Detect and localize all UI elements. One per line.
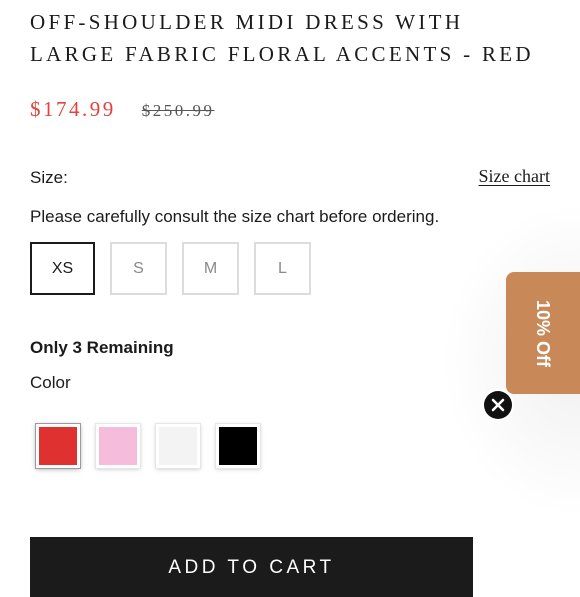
color-swatch-white[interactable]: [156, 424, 200, 468]
color-selector: [36, 424, 260, 468]
size-selector: XS S M L: [30, 242, 311, 295]
sale-price: $174.99: [30, 97, 116, 121]
stock-remaining: Only 3 Remaining: [30, 338, 174, 357]
product-title: OFF-SHOULDER MIDI DRESS WITH LARGE FABRI…: [30, 6, 560, 70]
size-option-s[interactable]: S: [110, 242, 167, 295]
add-to-cart-button[interactable]: ADD TO CART: [30, 537, 473, 597]
product-title-line-1: OFF-SHOULDER MIDI DRESS WITH: [30, 10, 464, 34]
size-label: Size:: [30, 168, 68, 187]
product-title-line-2: LARGE FABRIC FLORAL ACCENTS - RED: [30, 42, 534, 66]
size-option-l[interactable]: L: [254, 242, 311, 295]
discount-tab-label: 10% Off: [533, 299, 554, 367]
close-glyph: [491, 398, 505, 412]
price-row: $174.99 $250.99: [30, 97, 215, 122]
size-consult-note: Please carefully consult the size chart …: [30, 207, 440, 226]
compare-at-price: $250.99: [141, 101, 215, 120]
size-option-m[interactable]: M: [182, 242, 239, 295]
color-label: Color: [30, 373, 71, 392]
discount-tab[interactable]: 10% Off: [506, 272, 580, 394]
size-chart-link[interactable]: Size chart: [479, 166, 550, 187]
size-option-xs[interactable]: XS: [30, 242, 95, 295]
close-icon[interactable]: [484, 391, 512, 419]
color-swatch-red[interactable]: [36, 424, 80, 468]
color-swatch-black[interactable]: [216, 424, 260, 468]
color-swatch-pink[interactable]: [96, 424, 140, 468]
